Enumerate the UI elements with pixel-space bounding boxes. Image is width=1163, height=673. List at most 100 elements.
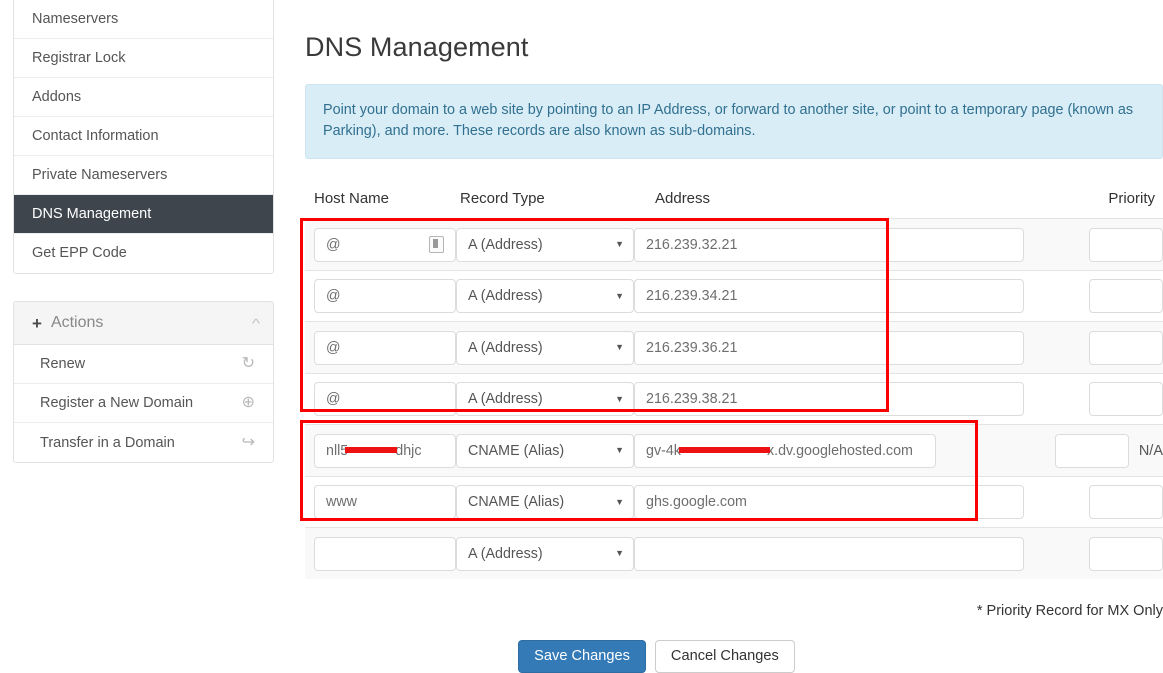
- table-row: www CNAME (Alias) ▼ ghs.google.com N/A: [305, 475, 1163, 528]
- sidebar-item-nameservers[interactable]: Nameservers: [14, 0, 273, 39]
- action-item-renew[interactable]: Renew ↻: [14, 345, 273, 384]
- record-type-select[interactable]: A (Address) ▼: [456, 227, 634, 262]
- action-item-label: Register a New Domain: [40, 395, 194, 411]
- actions-panel-title: Actions: [50, 314, 104, 331]
- cell-record-type: A (Address) ▼: [456, 279, 634, 314]
- record-type-select[interactable]: A (Address) ▼: [456, 330, 634, 365]
- address-input[interactable]: 216.239.36.21: [634, 330, 1024, 365]
- cell-address: 216.239.34.21: [634, 279, 1024, 314]
- host-name-input[interactable]: nll5 dhjc: [314, 433, 456, 468]
- sidebar-item-get-epp-code[interactable]: Get EPP Code: [14, 234, 273, 273]
- cell-priority: N/A: [1024, 227, 1163, 262]
- cell-record-type: A (Address) ▼: [456, 227, 634, 262]
- record-type-select[interactable]: A (Address) ▼: [456, 382, 634, 417]
- sidebar-item-dns-management[interactable]: DNS Management: [14, 195, 273, 234]
- chevron-down-icon: ▼: [615, 290, 624, 301]
- host-name-input[interactable]: @: [314, 227, 456, 262]
- column-header-host-name: Host Name: [314, 190, 390, 208]
- column-header-record-type: Record Type: [460, 190, 545, 208]
- record-type-select[interactable]: A (Address) ▼: [456, 279, 634, 314]
- spinner-handle-icon[interactable]: [429, 236, 444, 254]
- cell-record-type: CNAME (Alias) ▼: [456, 485, 634, 520]
- priority-input[interactable]: [1089, 227, 1163, 262]
- globe-icon: ⊕: [241, 394, 255, 411]
- record-type-select[interactable]: CNAME (Alias) ▼: [456, 433, 634, 468]
- record-type-select[interactable]: CNAME (Alias) ▼: [456, 485, 634, 520]
- action-item-transfer-in-a-domain[interactable]: Transfer in a Domain ↪: [14, 423, 273, 462]
- priority-input[interactable]: [1089, 330, 1163, 365]
- dns-management-page: Auto RenewNameserversRegistrar LockAddon…: [0, 0, 1163, 673]
- plus-icon: +: [32, 313, 42, 333]
- table-row: @ A (Address) ▼ 216.239.36.21 N/A: [305, 321, 1163, 373]
- host-name-input[interactable]: @: [314, 382, 456, 417]
- address-value: 216.239.38.21: [646, 391, 738, 408]
- column-header-priority: Priority: [1108, 190, 1155, 208]
- save-changes-button[interactable]: Save Changes: [518, 639, 646, 673]
- priority-input[interactable]: [1089, 382, 1163, 417]
- host-name-input[interactable]: @: [314, 330, 456, 365]
- priority-input[interactable]: [1054, 433, 1129, 468]
- main-content: DNS Management Point your domain to a we…: [300, 0, 1163, 673]
- priority-input[interactable]: [1089, 279, 1163, 314]
- refresh-icon: ↻: [241, 355, 255, 372]
- record-type-selected-value: CNAME (Alias): [468, 442, 565, 459]
- address-input[interactable]: 216.239.38.21: [634, 382, 1024, 417]
- cell-address: [634, 536, 1024, 571]
- address-input[interactable]: [634, 536, 1024, 571]
- address-input[interactable]: gv-4k x.dv.googlehosted.com: [634, 433, 936, 468]
- host-name-value: @: [326, 288, 341, 305]
- address-input[interactable]: 216.239.32.21: [634, 227, 1024, 262]
- table-row: @ A (Address) ▼ 216.239.32.21 N/A: [305, 218, 1163, 270]
- actions-panel-header[interactable]: + Actions ^: [14, 302, 273, 345]
- address-input[interactable]: 216.239.34.21: [634, 279, 1024, 314]
- domain-nav-panel: Auto RenewNameserversRegistrar LockAddon…: [13, 0, 274, 274]
- sidebar-item-registrar-lock[interactable]: Registrar Lock: [14, 39, 273, 78]
- host-name-value: @: [326, 391, 341, 408]
- address-value: 216.239.32.21: [646, 236, 738, 253]
- cell-priority: N/A: [1024, 382, 1163, 417]
- sidebar-item-contact-information[interactable]: Contact Information: [14, 117, 273, 156]
- arrow-forward-icon: ↪: [241, 433, 255, 451]
- sidebar-item-private-nameservers[interactable]: Private Nameservers: [14, 156, 273, 195]
- table-row: A (Address) ▼: [305, 527, 1163, 579]
- cell-priority: N/A: [1024, 330, 1163, 365]
- cell-address: 216.239.38.21: [634, 382, 1024, 417]
- sidebar-item-addons[interactable]: Addons: [14, 78, 273, 117]
- cell-priority: N/A: [1024, 279, 1163, 314]
- cell-host-name: [305, 536, 456, 571]
- chevron-up-icon[interactable]: ^: [252, 316, 260, 331]
- record-type-selected-value: A (Address): [468, 236, 543, 253]
- cell-host-name: nll5 dhjc: [305, 433, 456, 468]
- info-banner: Point your domain to a web site by point…: [305, 84, 1163, 160]
- cell-record-type: A (Address) ▼: [456, 536, 634, 571]
- address-input[interactable]: ghs.google.com: [634, 485, 1024, 520]
- cell-host-name: @: [305, 330, 456, 365]
- record-type-selected-value: A (Address): [468, 391, 543, 408]
- record-type-selected-value: A (Address): [468, 545, 543, 562]
- table-row: @ A (Address) ▼ 216.239.34.21 N/A: [305, 269, 1163, 322]
- address-value-prefix: gv-4k: [646, 442, 681, 459]
- host-name-input[interactable]: [314, 536, 456, 571]
- host-name-input[interactable]: www: [314, 485, 456, 520]
- cell-priority: N/A: [990, 433, 1163, 468]
- chevron-down-icon: ▼: [615, 393, 624, 404]
- priority-input[interactable]: [1089, 485, 1163, 520]
- sidebar: Auto RenewNameserversRegistrar LockAddon…: [13, 0, 274, 463]
- action-item-register-a-new-domain[interactable]: Register a New Domain ⊕: [14, 384, 273, 423]
- record-type-selected-value: A (Address): [468, 288, 543, 305]
- cell-host-name: @: [305, 227, 456, 262]
- table-header-row: Host Name Record Type Address Priority: [305, 190, 1163, 218]
- table-row: nll5 dhjc CNAME (Alias) ▼ gv-4k x.dv.googleho…: [305, 424, 1163, 476]
- record-type-select[interactable]: A (Address) ▼: [456, 536, 634, 571]
- action-item-label: Renew: [40, 356, 86, 372]
- host-name-value: www: [326, 494, 357, 511]
- host-name-value-suffix: dhjc: [395, 442, 422, 459]
- cell-address: 216.239.36.21: [634, 330, 1024, 365]
- host-name-input[interactable]: @: [314, 279, 456, 314]
- cell-address: ghs.google.com: [634, 485, 1024, 520]
- cell-record-type: CNAME (Alias) ▼: [456, 433, 634, 468]
- address-value: 216.239.34.21: [646, 288, 738, 305]
- cancel-changes-button[interactable]: Cancel Changes: [654, 639, 795, 673]
- priority-input[interactable]: [1089, 536, 1163, 571]
- cell-record-type: A (Address) ▼: [456, 382, 634, 417]
